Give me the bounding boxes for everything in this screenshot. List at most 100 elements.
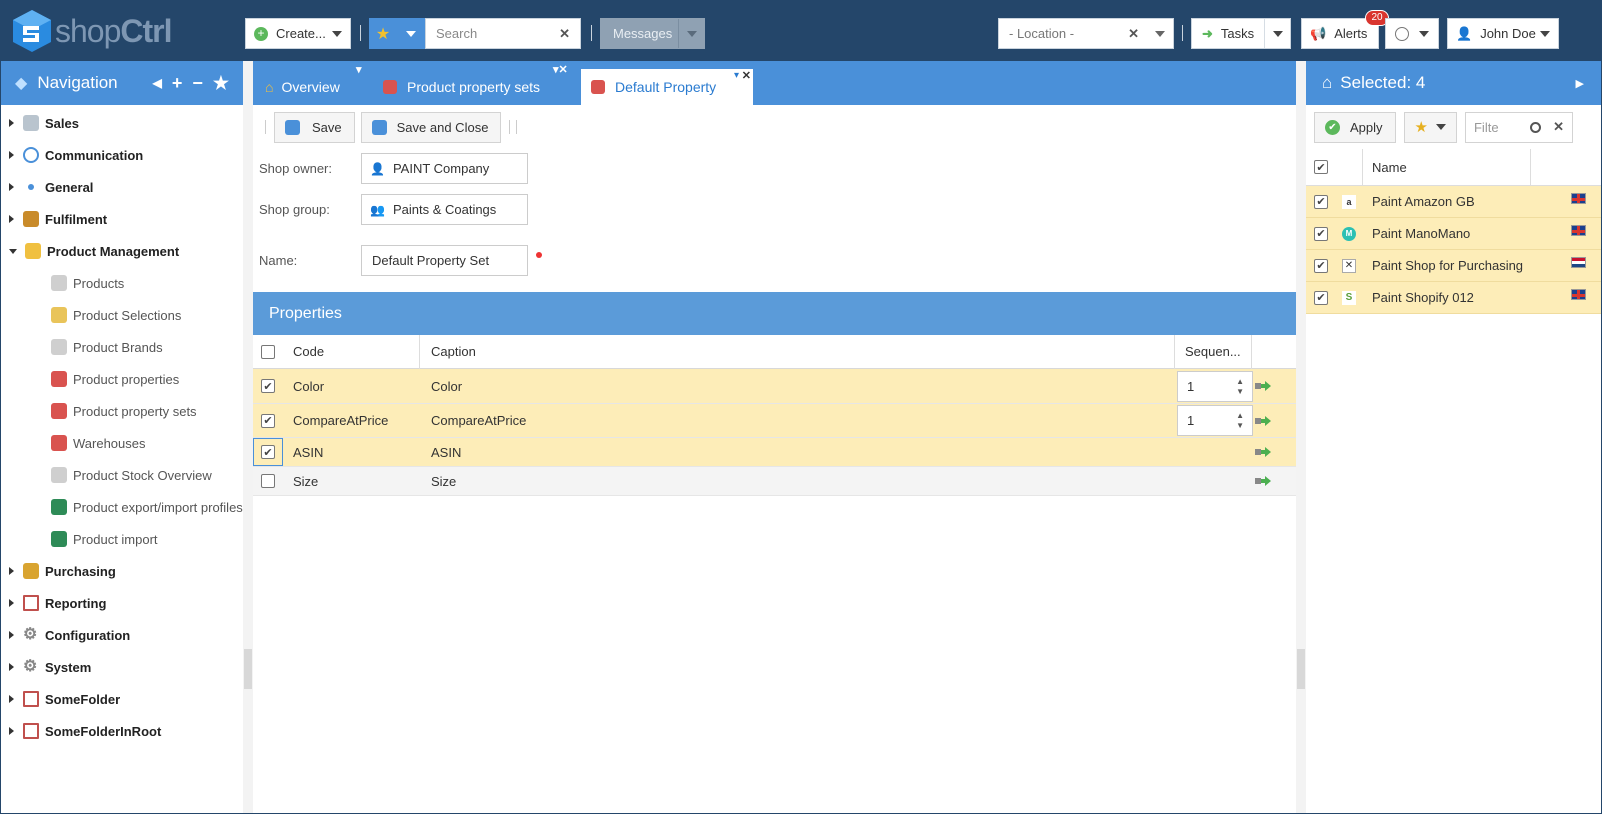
row-checkbox[interactable]: ✔ xyxy=(261,379,275,393)
spinner-arrows-icon[interactable]: ▲ ▼ xyxy=(1236,377,1244,397)
expand-arrow-icon[interactable] xyxy=(9,567,14,575)
nav-item-sales[interactable]: Sales xyxy=(1,107,243,139)
tab-default-property[interactable]: Default Property ▾ ✕ xyxy=(581,69,753,105)
nav-item-product-property-sets[interactable]: Product property sets xyxy=(1,395,243,427)
save-and-close-button[interactable]: Save and Close xyxy=(360,111,502,143)
expand-arrow-icon[interactable] xyxy=(9,183,14,191)
collapse-panel-icon[interactable]: ◀ xyxy=(153,73,162,94)
nav-item-product-properties[interactable]: Product properties xyxy=(1,363,243,395)
search-input[interactable]: Search ✕ xyxy=(425,18,581,49)
nav-item-fulfilment[interactable]: Fulfilment xyxy=(1,203,243,235)
recent-button[interactable] xyxy=(1385,18,1439,49)
spinner-arrows-icon[interactable]: ▲ ▼ xyxy=(1236,411,1244,431)
list-item[interactable]: ✔ M Paint ManoMano xyxy=(1306,218,1601,250)
nav-item-reporting[interactable]: Reporting xyxy=(1,587,243,619)
favorites-dropdown[interactable] xyxy=(397,18,425,49)
table-row[interactable]: ✔ ASIN ASIN xyxy=(253,438,1296,467)
name-field[interactable]: Default Property Set xyxy=(361,245,528,276)
name-column-header[interactable]: Name xyxy=(1372,160,1407,175)
tasks-dropdown[interactable] xyxy=(1264,19,1290,48)
nav-item-somefolder[interactable]: SomeFolder xyxy=(1,683,243,715)
expand-arrow-icon[interactable] xyxy=(9,151,14,159)
tab-product-property-sets[interactable]: Product property sets xyxy=(383,69,563,105)
nav-item-communication[interactable]: Communication xyxy=(1,139,243,171)
list-item[interactable]: ✔ a Paint Amazon GB xyxy=(1306,186,1601,218)
clear-icon[interactable]: ✕ xyxy=(1128,26,1139,42)
apply-button[interactable]: ✔ Apply xyxy=(1314,111,1396,143)
expand-arrow-icon[interactable] xyxy=(9,599,14,607)
list-item[interactable]: ✔ S Paint Shopify 012 xyxy=(1306,282,1601,314)
nav-item-products[interactable]: Products xyxy=(1,267,243,299)
search-icon[interactable] xyxy=(1530,121,1542,133)
row-checkbox[interactable]: ✔ xyxy=(261,445,275,459)
nav-item-product-selections[interactable]: Product Selections xyxy=(1,299,243,331)
clear-icon[interactable]: ✕ xyxy=(559,26,570,42)
tab-menu-icon[interactable]: ▾ xyxy=(734,70,739,81)
left-splitter[interactable] xyxy=(243,61,253,813)
nav-item-product-import[interactable]: Product import xyxy=(1,523,243,555)
sequence-stepper[interactable]: 1 ▲ ▼ xyxy=(1177,405,1253,436)
code-column-header[interactable]: Code xyxy=(293,344,324,359)
create-button[interactable]: + Create... xyxy=(245,18,351,49)
user-menu-button[interactable]: 👤 John Doe xyxy=(1447,18,1559,49)
sequence-column-header[interactable]: Sequen... xyxy=(1185,344,1241,359)
collapse-arrow-icon[interactable] xyxy=(9,248,17,254)
messages-button[interactable]: Messages xyxy=(600,18,705,49)
tab-menu-icon[interactable]: ▾ xyxy=(356,63,362,76)
caption-column-header[interactable]: Caption xyxy=(431,344,476,359)
goto-arrow-icon[interactable] xyxy=(1255,381,1271,391)
table-row[interactable]: ✔ CompareAtPrice CompareAtPrice 1 ▲ ▼ xyxy=(253,404,1296,438)
row-checkbox[interactable] xyxy=(261,474,275,488)
expand-arrow-icon[interactable] xyxy=(9,727,14,735)
shop-owner-field[interactable]: 👤 PAINT Company xyxy=(361,153,528,184)
shop-group-field[interactable]: 👥 Paints & Coatings xyxy=(361,194,528,225)
nav-item-product-stock-overview[interactable]: Product Stock Overview xyxy=(1,459,243,491)
nav-item-system[interactable]: ⚙ System xyxy=(1,651,243,683)
tab-menu-icon[interactable]: ▾✕ xyxy=(553,63,568,76)
splitter-handle[interactable] xyxy=(244,649,252,689)
goto-arrow-icon[interactable] xyxy=(1255,415,1271,426)
row-checkbox[interactable]: ✔ xyxy=(1314,290,1328,305)
nav-item-general[interactable]: General xyxy=(1,171,243,203)
nav-item-product-brands[interactable]: Product Brands xyxy=(1,331,243,363)
sequence-stepper[interactable]: 1 ▲ ▼ xyxy=(1177,370,1253,402)
nav-item-configuration[interactable]: ⚙ Configuration xyxy=(1,619,243,651)
nav-item-somefolderinroot[interactable]: SomeFolderInRoot xyxy=(1,715,243,747)
nav-item-warehouses[interactable]: Warehouses xyxy=(1,427,243,459)
favorites-button[interactable]: ★ xyxy=(369,18,397,49)
list-item[interactable]: ✔ ✕ Paint Shop for Purchasing xyxy=(1306,250,1601,282)
nav-item-product-management[interactable]: Product Management xyxy=(1,235,243,267)
expand-all-icon[interactable]: + xyxy=(172,73,183,94)
row-checkbox[interactable]: ✔ xyxy=(1314,194,1328,209)
nav-item-purchasing[interactable]: Purchasing xyxy=(1,555,243,587)
expand-panel-icon[interactable]: ▶ xyxy=(1576,77,1584,90)
table-row[interactable]: ✔ Color Color 1 ▲ ▼ xyxy=(253,369,1296,404)
collapse-all-icon[interactable]: − xyxy=(192,73,203,94)
close-icon[interactable]: ✕ xyxy=(742,69,751,82)
expand-arrow-icon[interactable] xyxy=(9,631,14,639)
favorite-filter-button[interactable]: ★ xyxy=(1403,111,1457,143)
filter-input[interactable]: Filte ✕ xyxy=(1464,111,1573,143)
goto-arrow-icon[interactable] xyxy=(1255,447,1271,457)
save-button[interactable]: Save xyxy=(274,111,355,143)
select-all-checkbox[interactable]: ✔ xyxy=(1314,160,1328,174)
row-checkbox[interactable]: ✔ xyxy=(1314,258,1328,273)
messages-dropdown[interactable] xyxy=(678,19,704,48)
tasks-button[interactable]: ➜ Tasks xyxy=(1191,18,1291,49)
row-checkbox[interactable]: ✔ xyxy=(261,413,275,428)
row-checkbox[interactable]: ✔ xyxy=(1314,226,1328,241)
expand-arrow-icon[interactable] xyxy=(9,119,14,127)
expand-arrow-icon[interactable] xyxy=(9,215,14,223)
nav-item-product-export-import-profiles[interactable]: Product export/import profiles xyxy=(1,491,243,523)
splitter-handle[interactable] xyxy=(1297,649,1305,689)
expand-arrow-icon[interactable] xyxy=(9,663,14,671)
selected-panel-title: Selected: 4 xyxy=(1340,73,1426,92)
clear-icon[interactable]: ✕ xyxy=(1553,119,1564,135)
select-all-checkbox[interactable] xyxy=(261,344,275,359)
expand-arrow-icon[interactable] xyxy=(9,695,14,703)
location-select[interactable]: - Location - ✕ xyxy=(998,18,1174,49)
right-splitter[interactable] xyxy=(1296,61,1306,813)
goto-arrow-icon[interactable] xyxy=(1255,476,1271,486)
favorite-star-icon[interactable]: ★ xyxy=(213,73,229,94)
table-row[interactable]: Size Size xyxy=(253,467,1296,496)
